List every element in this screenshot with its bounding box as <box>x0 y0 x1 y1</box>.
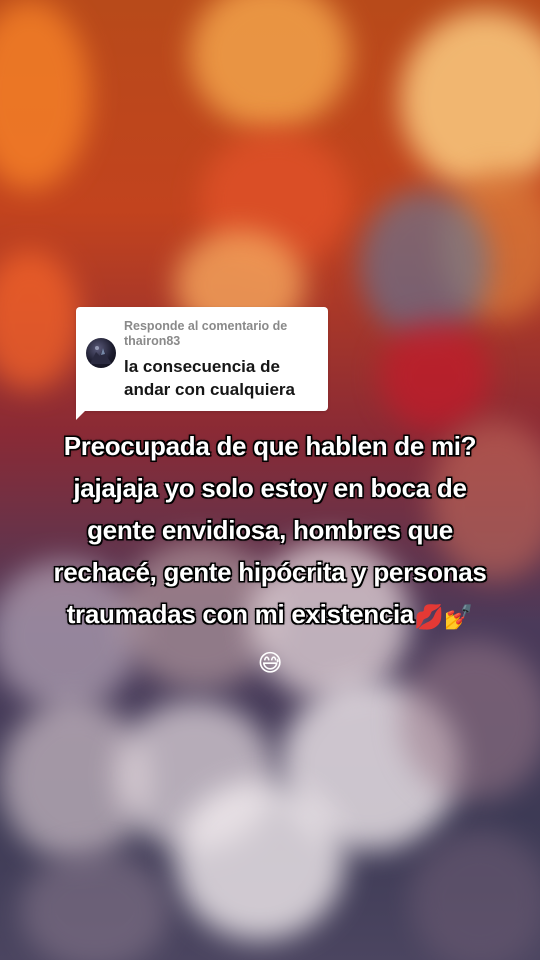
user-avatar-icon[interactable] <box>86 338 116 368</box>
grinning-sweat-face-icon: 😅 <box>257 650 283 677</box>
kiss-lips-icon: 💋 <box>414 604 444 631</box>
caption-line-text: traumadas con mi existencia <box>66 599 415 629</box>
caption-line: rechacé, gente hipócrita y personas <box>53 557 487 587</box>
bokeh-light <box>360 190 490 340</box>
caption-line: jajajaja yo solo estoy en boca de <box>73 473 467 503</box>
reply-header-text: Responde al comentario de thairon83 <box>124 319 288 348</box>
reply-comment-text: la consecuencia de andar con cualquiera <box>124 357 295 399</box>
reply-comment-card[interactable]: Responde al comentario de thairon83 la c… <box>76 307 328 411</box>
nail-polish-icon: 💅 <box>443 604 474 631</box>
video-frame[interactable]: Responde al comentario de thairon83 la c… <box>0 0 540 960</box>
caption-line: gente envidiosa, hombres que <box>87 515 453 545</box>
caption-emoji-line: 😅 <box>0 639 540 685</box>
bokeh-light <box>20 850 170 960</box>
bokeh-light <box>175 780 345 940</box>
reply-bubble-tail <box>76 406 90 420</box>
caption-line: Preocupada de que hablen de mi? <box>63 431 477 461</box>
bokeh-light <box>380 320 490 430</box>
caption-line-with-emoji: traumadas con mi existencia💋💅 <box>0 593 540 639</box>
video-caption: Preocupada de que hablen de mi? jajajaja… <box>0 425 540 685</box>
